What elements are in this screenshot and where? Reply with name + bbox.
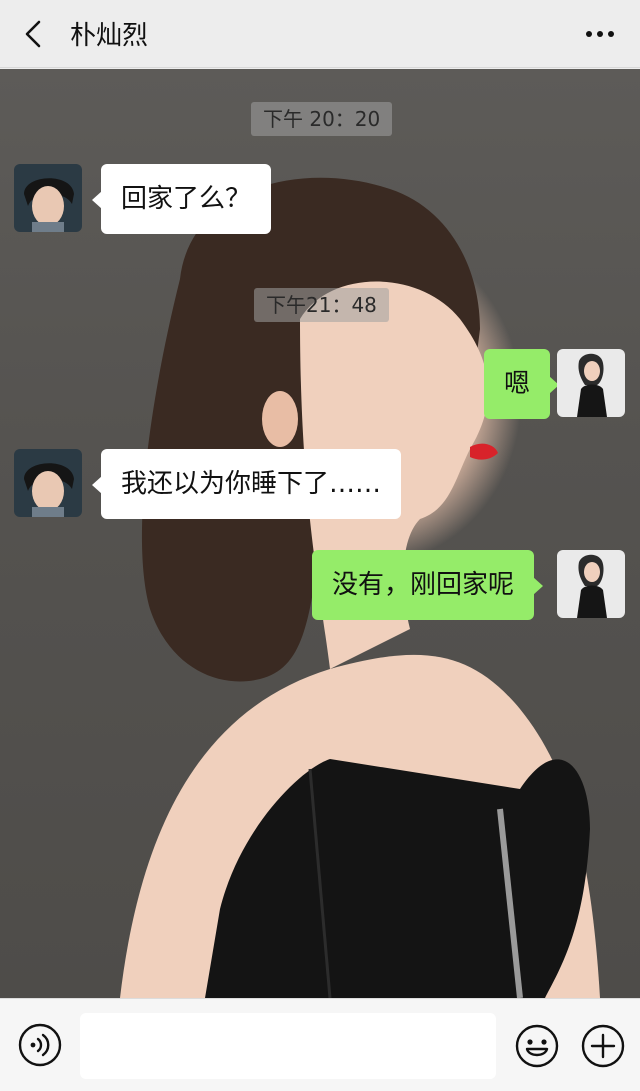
contact-avatar[interactable]	[14, 164, 82, 232]
my-avatar[interactable]	[557, 349, 625, 417]
back-button[interactable]	[0, 0, 66, 68]
voice-icon[interactable]	[18, 1023, 62, 1067]
avatar-photo	[557, 550, 625, 618]
input-bar	[0, 998, 640, 1091]
message-bubble-incoming[interactable]: 我还以为你睡下了……	[91, 449, 402, 519]
avatar-photo	[557, 349, 625, 417]
more-button[interactable]	[580, 18, 620, 50]
avatar-photo	[14, 449, 82, 517]
header-bar: 朴灿烈	[0, 0, 640, 68]
timestamp: 下午21：48	[254, 288, 389, 322]
message-bubble-incoming[interactable]: 回家了么？	[91, 164, 272, 234]
message-input[interactable]	[80, 1013, 496, 1079]
emoji-icon[interactable]	[514, 1023, 560, 1069]
contact-avatar[interactable]	[14, 449, 82, 517]
more-dots-icon	[586, 31, 592, 37]
chevron-left-icon	[25, 20, 41, 47]
timestamp: 下午 20：20	[251, 102, 393, 136]
chat-screen: 朴灿烈 下午 20：20 回家了么？ 下午21：48 嗯 我还以为你睡下了…… …	[0, 0, 640, 1091]
chat-area[interactable]: 下午 20：20 回家了么？ 下午21：48 嗯 我还以为你睡下了…… 没有，刚…	[0, 69, 640, 998]
avatar-photo	[14, 164, 82, 232]
plus-icon[interactable]	[580, 1023, 626, 1069]
message-bubble-outgoing[interactable]: 没有，刚回家呢	[312, 550, 544, 620]
my-avatar[interactable]	[557, 550, 625, 618]
chat-title: 朴灿烈	[70, 21, 149, 51]
message-bubble-outgoing[interactable]: 嗯	[484, 349, 560, 419]
